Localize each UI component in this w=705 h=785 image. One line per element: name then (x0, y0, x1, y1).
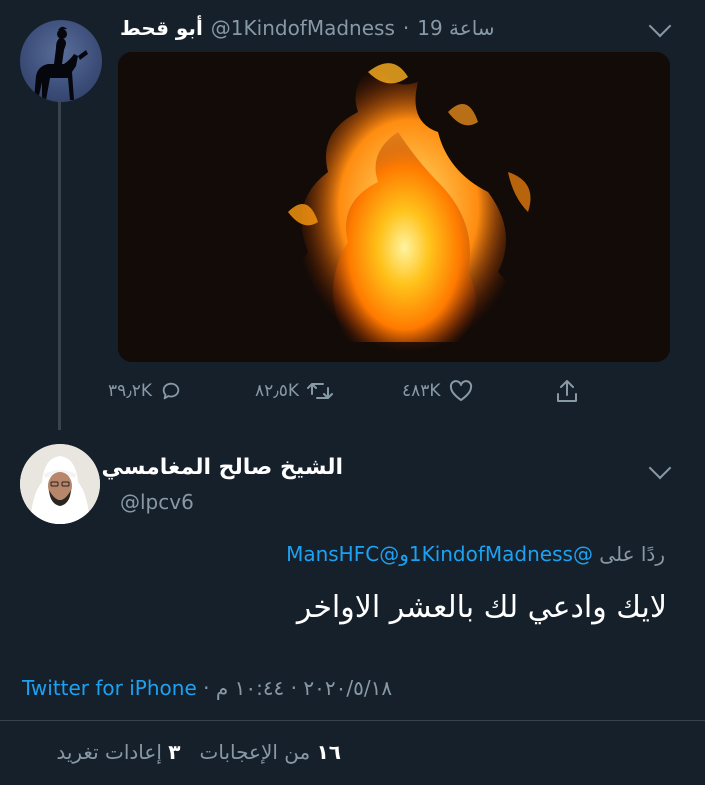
chevron-down-icon[interactable] (648, 14, 672, 38)
mention-link[interactable]: @1KindofMadness (409, 542, 593, 566)
like-action[interactable]: ٤٨٣K (402, 374, 473, 408)
divider (0, 720, 705, 721)
share-action[interactable] (555, 374, 579, 408)
thread-connector-line (58, 100, 61, 430)
sheikh-portrait-icon (20, 444, 100, 524)
retweets-count[interactable]: ٣ (168, 740, 180, 764)
replying-to-label: ردًا على (599, 542, 665, 566)
tweet-time: ١٠:٤٤ م (215, 676, 285, 700)
avatar[interactable] (20, 444, 100, 524)
retweets-label[interactable]: إعادات تغريد (56, 740, 162, 764)
reply-action[interactable]: ٣٩٫٢K (108, 374, 182, 408)
chevron-down-icon[interactable] (648, 456, 672, 480)
tweet1-separator: · (402, 16, 410, 40)
share-icon (557, 380, 577, 402)
mention-link[interactable]: @MansHFC (286, 542, 399, 566)
tweet2-handle[interactable]: @lpcv6 (120, 490, 194, 514)
fire-image-graphic (118, 52, 670, 362)
reply-icon (162, 382, 180, 400)
horseman-silhouette-icon (34, 26, 88, 100)
retweet-icon (307, 383, 334, 399)
mention-join: و (399, 542, 409, 566)
tweet1-media-image[interactable] (118, 52, 670, 362)
like-count: ٤٨٣K (402, 381, 441, 401)
meta-separator: · (290, 676, 298, 700)
tweet1-header: أبو قحط @1KindofMadness · 19 ساعة (120, 16, 495, 40)
likes-label[interactable]: من الإعجابات (200, 740, 311, 764)
tweet-source-link[interactable]: Twitter for iPhone (22, 676, 197, 700)
tweet1-handle[interactable]: @1KindofMadness (211, 16, 395, 40)
tweet2-author-name[interactable]: الشيخ صالح المغامسي (102, 455, 343, 480)
engagement-stats: ١٦ من الإعجابات ٣ إعادات تغريد (56, 740, 341, 764)
avatar[interactable] (20, 20, 102, 102)
tweet1-time: 19 ساعة (417, 16, 495, 40)
tweet-date: ٢٠٢٠/٥/١٨ (303, 676, 393, 700)
retweet-action[interactable]: ٨٢٫٥K (255, 374, 334, 408)
reply-count: ٣٩٫٢K (108, 381, 153, 401)
like-icon (449, 380, 472, 401)
meta-separator: · (203, 676, 210, 700)
tweet-meta: Twitter for iPhone · ٢٠٢٠/٥/١٨ · ١٠:٤٤ م (22, 676, 392, 700)
tweet-text: لايك وادعي لك بالعشر الاواخر (296, 590, 667, 625)
retweet-count: ٨٢٫٥K (255, 381, 300, 401)
likes-count[interactable]: ١٦ (317, 740, 341, 764)
replying-to-line: ردًا على @1KindofMadnessو@MansHFC (286, 542, 665, 566)
tweet1-author-name[interactable]: أبو قحط (120, 16, 203, 40)
